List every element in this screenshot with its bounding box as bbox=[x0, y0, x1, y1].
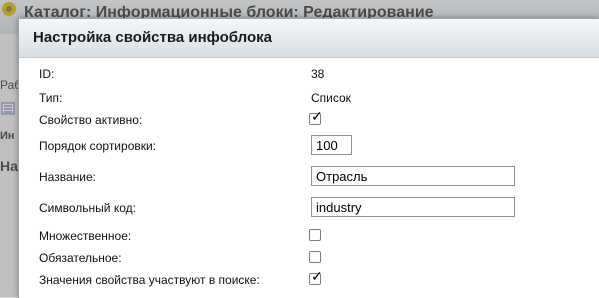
symbolic-code-input[interactable] bbox=[311, 197, 515, 217]
active-label: Свойство активно: bbox=[39, 113, 143, 127]
type-label: Тип: bbox=[39, 91, 63, 105]
type-value: Список bbox=[311, 91, 351, 105]
dialog-header[interactable]: Настройка свойства инфоблока bbox=[19, 19, 599, 58]
id-value: 38 bbox=[311, 67, 325, 81]
searchable-label: Значения свойства участвуют в поиске: bbox=[39, 273, 260, 287]
checkmark-icon: ✓ bbox=[311, 268, 323, 284]
required-checkbox[interactable] bbox=[309, 251, 321, 263]
sort-label: Порядок сортировки: bbox=[39, 139, 157, 153]
code-label: Символьный код: bbox=[39, 201, 136, 215]
id-label: ID: bbox=[39, 67, 55, 81]
dialog-title: Настройка свойства инфоблока bbox=[33, 29, 273, 46]
property-settings-dialog: Настройка свойства инфоблока ID: 38 Тип:… bbox=[18, 18, 599, 298]
active-checkbox[interactable]: ✓ bbox=[309, 109, 323, 125]
checkmark-icon: ✓ bbox=[311, 108, 323, 124]
name-input[interactable] bbox=[311, 166, 515, 186]
sort-order-input[interactable] bbox=[311, 135, 352, 155]
multiple-checkbox[interactable] bbox=[309, 229, 321, 241]
required-label: Обязательное: bbox=[39, 251, 122, 265]
name-label: Название: bbox=[39, 170, 96, 184]
searchable-checkbox[interactable]: ✓ bbox=[309, 269, 323, 285]
multiple-label: Множественное: bbox=[39, 229, 132, 243]
